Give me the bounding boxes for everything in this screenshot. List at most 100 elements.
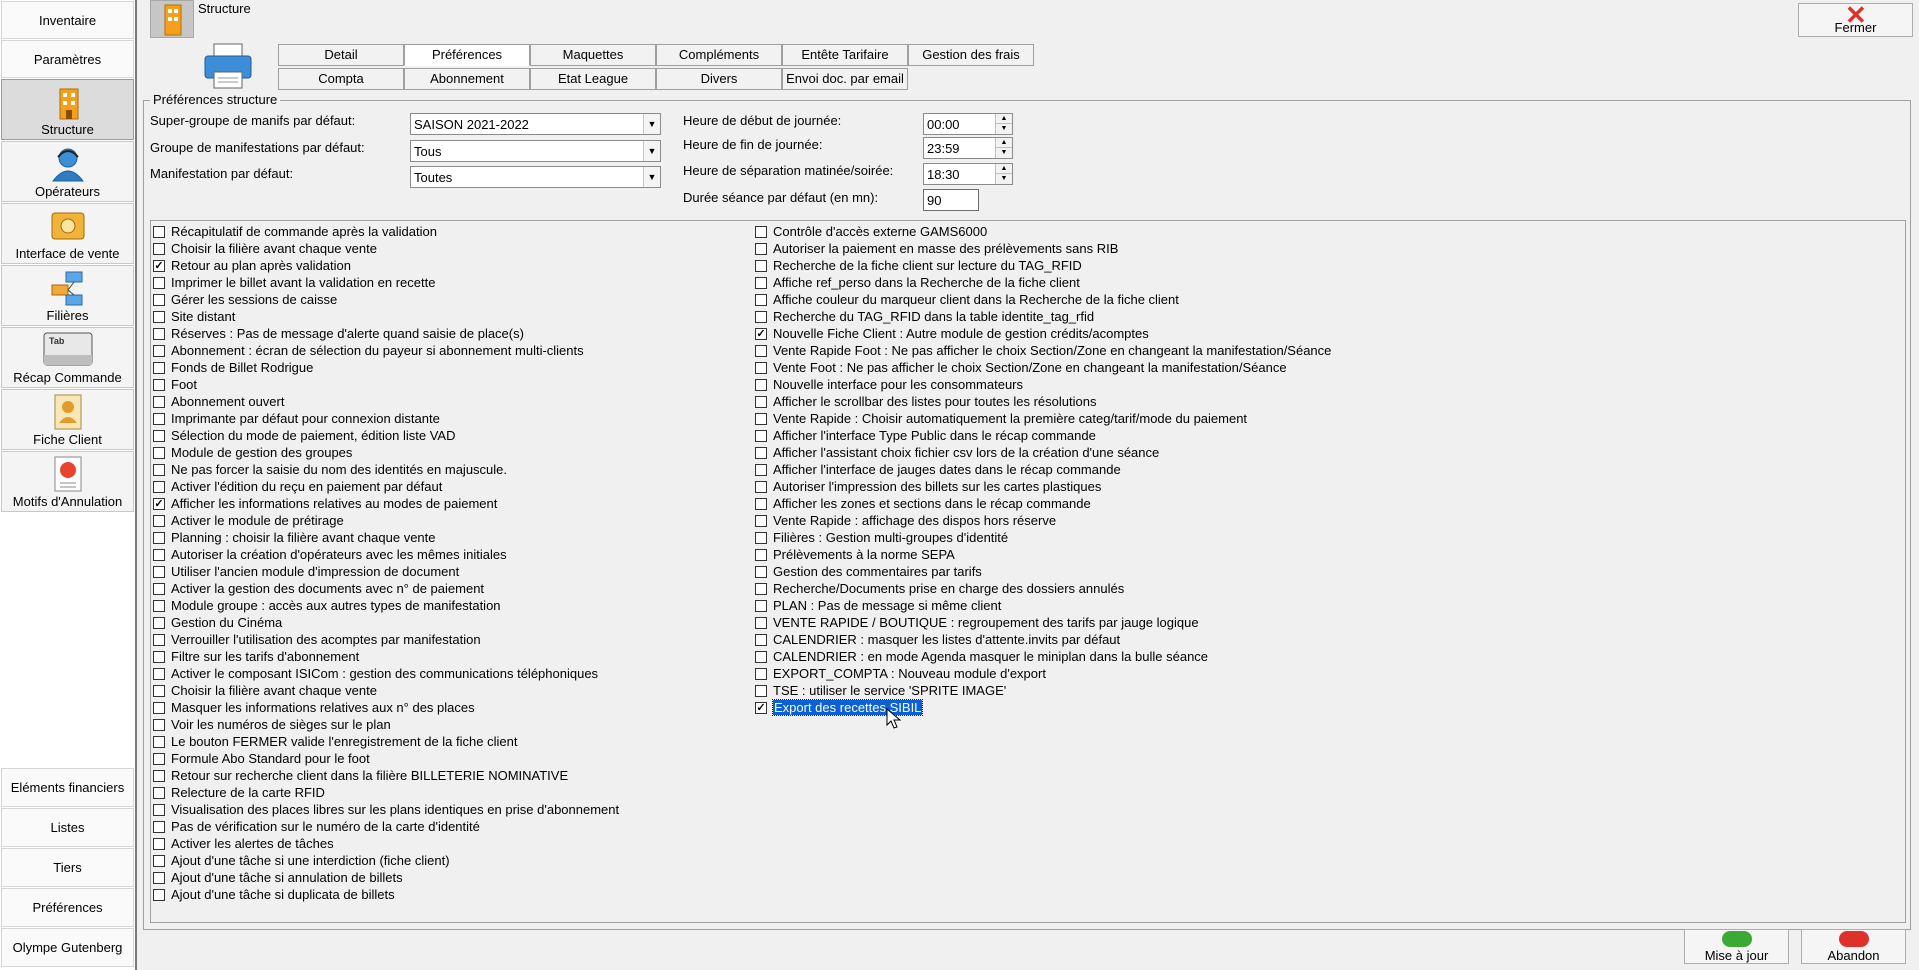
- option-row[interactable]: CALENDRIER : masquer les listes d'attent…: [755, 631, 1331, 648]
- option-row[interactable]: Ajout d'une tâche si une interdiction (f…: [153, 852, 619, 869]
- nav-inventaire-button[interactable]: Inventaire: [1, 1, 134, 39]
- option-row[interactable]: Gestion du Cinéma: [153, 614, 619, 631]
- checkbox[interactable]: [153, 446, 165, 459]
- option-row[interactable]: Relecture de la carte RFID: [153, 784, 619, 801]
- option-row[interactable]: Pas de vérification sur le numéro de la …: [153, 818, 619, 835]
- checkbox[interactable]: [153, 803, 165, 816]
- nav-motifs-annulation-button[interactable]: Motifs d'Annulation: [1, 451, 134, 512]
- option-row[interactable]: Foot: [153, 376, 619, 393]
- option-row[interactable]: Retour sur recherche client dans la fili…: [153, 767, 619, 784]
- checkbox[interactable]: [153, 820, 165, 833]
- nav-interface-vente-button[interactable]: Interface de vente: [1, 203, 134, 264]
- nav-operateurs-button[interactable]: Opérateurs: [1, 141, 134, 202]
- option-row[interactable]: ✓ Afficher les informations relatives au …: [153, 495, 619, 512]
- nav-listes-button[interactable]: Listes: [1, 808, 134, 847]
- cancel-button[interactable]: Abandon: [1801, 929, 1906, 964]
- checkbox[interactable]: [153, 888, 165, 901]
- checkbox[interactable]: [153, 480, 165, 493]
- option-row[interactable]: Nouvelle interface pour les consommateur…: [755, 376, 1331, 393]
- checkbox[interactable]: [153, 225, 165, 238]
- checkbox[interactable]: [153, 582, 165, 595]
- option-row[interactable]: Activer le composant ISICom : gestion de…: [153, 665, 619, 682]
- option-row[interactable]: Activer l'édition du reçu en paiement pa…: [153, 478, 619, 495]
- checkbox[interactable]: [153, 769, 165, 782]
- nav-elements-financiers-button[interactable]: Eléments financiers: [1, 768, 134, 807]
- checkbox[interactable]: [153, 752, 165, 765]
- nav-structure-button[interactable]: Structure: [1, 79, 134, 140]
- checkbox[interactable]: [755, 514, 767, 527]
- tab-compta[interactable]: Compta: [278, 68, 404, 90]
- checkbox[interactable]: [153, 650, 165, 663]
- close-button[interactable]: ✕ Fermer: [1798, 2, 1913, 37]
- checkbox[interactable]: [755, 412, 767, 425]
- nav-recap-commande-button[interactable]: Tab Récap Commande: [1, 327, 134, 388]
- checkbox-checked[interactable]: ✓: [755, 327, 767, 340]
- checkbox[interactable]: [755, 361, 767, 374]
- nav-fiche-client-button[interactable]: Fiche Client: [1, 389, 134, 450]
- manif-default-select[interactable]: Toutes ▼: [410, 166, 661, 188]
- spin-down-icon[interactable]: ▼: [995, 148, 1012, 158]
- option-row[interactable]: Affiche couleur du marqueur client dans …: [755, 291, 1331, 308]
- checkbox[interactable]: [755, 242, 767, 255]
- spin-down-icon[interactable]: ▼: [995, 174, 1012, 184]
- option-row[interactable]: Vente Rapide : affichage des dispos hors…: [755, 512, 1331, 529]
- checkbox[interactable]: [153, 361, 165, 374]
- checkbox[interactable]: [755, 684, 767, 697]
- tab-detail[interactable]: Detail: [278, 44, 404, 66]
- checkbox[interactable]: [755, 582, 767, 595]
- option-row[interactable]: ✓ Export des recettes SIBIL: [755, 699, 1331, 716]
- checkbox[interactable]: [755, 633, 767, 646]
- checkbox[interactable]: [153, 378, 165, 391]
- option-row[interactable]: Activer les alertes de tâches: [153, 835, 619, 852]
- spin-up-icon[interactable]: ▲: [995, 164, 1012, 174]
- option-row[interactable]: Choisir la filière avant chaque vente: [153, 240, 619, 257]
- checkbox-checked[interactable]: ✓: [153, 259, 165, 272]
- checkbox[interactable]: [153, 514, 165, 527]
- checkbox[interactable]: [755, 616, 767, 629]
- checkbox[interactable]: [755, 276, 767, 289]
- checkbox[interactable]: [153, 701, 165, 714]
- option-row[interactable]: Recherche/Documents prise en charge des …: [755, 580, 1331, 597]
- option-row[interactable]: Activer la gestion des documents avec n°…: [153, 580, 619, 597]
- option-row[interactable]: Vente Rapide : Choisir automatiquement l…: [755, 410, 1331, 427]
- option-row[interactable]: Fonds de Billet Rodrigue: [153, 359, 619, 376]
- option-row[interactable]: Filtre sur les tarifs d'abonnement: [153, 648, 619, 665]
- option-row[interactable]: CALENDRIER : en mode Agenda masquer le m…: [755, 648, 1331, 665]
- option-row[interactable]: Contrôle d'accès externe GAMS6000: [755, 223, 1331, 240]
- supergroup-select[interactable]: SAISON 2021-2022 ▼: [410, 113, 661, 135]
- duration-input[interactable]: 90: [923, 189, 979, 211]
- checkbox[interactable]: [755, 548, 767, 561]
- option-row[interactable]: Formule Abo Standard pour le foot: [153, 750, 619, 767]
- option-row[interactable]: Choisir la filière avant chaque vente: [153, 682, 619, 699]
- option-row[interactable]: Prélèvements à la norme SEPA: [755, 546, 1331, 563]
- tab-maquettes[interactable]: Maquettes: [530, 44, 656, 66]
- nav-olympe-gutenberg-button[interactable]: Olympe Gutenberg: [1, 928, 134, 967]
- checkbox[interactable]: [755, 650, 767, 663]
- option-row[interactable]: Filières : Gestion multi-groupes d'ident…: [755, 529, 1331, 546]
- checkbox[interactable]: [153, 837, 165, 850]
- option-row[interactable]: Utiliser l'ancien module d'impression de…: [153, 563, 619, 580]
- checkbox[interactable]: [755, 599, 767, 612]
- option-row[interactable]: Gestion des commentaires par tarifs: [755, 563, 1331, 580]
- option-row[interactable]: Verrouiller l'utilisation des acomptes p…: [153, 631, 619, 648]
- checkbox[interactable]: [153, 854, 165, 867]
- option-row[interactable]: Visualisation des places libres sur les …: [153, 801, 619, 818]
- checkbox[interactable]: [755, 378, 767, 391]
- option-row[interactable]: Réserves : Pas de message d'alerte quand…: [153, 325, 619, 342]
- option-row[interactable]: Recherche du TAG_RFID dans la table iden…: [755, 308, 1331, 325]
- checkbox[interactable]: [755, 259, 767, 272]
- checkbox[interactable]: [755, 293, 767, 306]
- option-row[interactable]: Ne pas forcer la saisie du nom des ident…: [153, 461, 619, 478]
- option-row[interactable]: Masquer les informations relatives aux n…: [153, 699, 619, 716]
- checkbox[interactable]: [153, 684, 165, 697]
- option-row[interactable]: Gérer les sessions de caisse: [153, 291, 619, 308]
- checkbox[interactable]: [755, 480, 767, 493]
- checkbox[interactable]: [153, 293, 165, 306]
- checkbox[interactable]: [153, 344, 165, 357]
- spin-up-icon[interactable]: ▲: [995, 138, 1012, 148]
- checkbox[interactable]: [153, 276, 165, 289]
- option-row[interactable]: Module de gestion des groupes: [153, 444, 619, 461]
- checkbox[interactable]: [153, 616, 165, 629]
- option-row[interactable]: PLAN : Pas de message si même client: [755, 597, 1331, 614]
- checkbox[interactable]: [755, 395, 767, 408]
